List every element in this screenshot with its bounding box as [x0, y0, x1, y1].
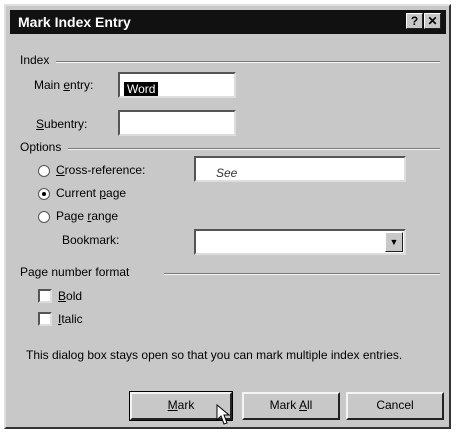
options-group-divider [68, 148, 440, 150]
bold-label[interactable]: Bold [58, 289, 82, 303]
main-entry-label: Main entry: [34, 78, 94, 92]
page-number-format-divider [164, 273, 440, 275]
italic-checkbox[interactable] [38, 312, 52, 326]
subentry-label: Subentry: [36, 117, 88, 131]
cross-reference-input[interactable]: See [194, 156, 406, 182]
page-range-radio[interactable] [38, 211, 50, 223]
cancel-button[interactable]: Cancel [346, 392, 444, 420]
bookmark-dropdown[interactable]: ▼ [194, 229, 406, 255]
cross-reference-radio[interactable] [38, 165, 50, 177]
index-group-heading: Index [20, 53, 50, 67]
cross-reference-label[interactable]: Cross-reference: [56, 163, 145, 177]
subentry-input[interactable] [118, 110, 236, 136]
radio-selected-dot [42, 192, 46, 196]
help-button[interactable]: ? [406, 13, 423, 29]
page-number-format-heading: Page number format [20, 265, 130, 279]
main-entry-value: Word [124, 82, 159, 96]
info-note: This dialog box stays open so that you c… [26, 348, 403, 362]
chevron-down-icon[interactable]: ▼ [385, 232, 403, 252]
main-entry-input[interactable]: Word [118, 72, 236, 98]
page-range-label[interactable]: Page range [56, 209, 118, 223]
index-group-divider [56, 61, 440, 63]
italic-label[interactable]: Italic [58, 312, 83, 326]
cross-reference-value: See [216, 166, 238, 180]
dialog-title: Mark Index Entry [18, 14, 131, 30]
current-page-radio[interactable] [38, 188, 50, 200]
title-bar[interactable]: Mark Index Entry ? ✕ [10, 10, 446, 34]
current-page-label[interactable]: Current page [56, 186, 126, 200]
bookmark-label: Bookmark: [62, 233, 120, 247]
mark-index-entry-dialog: Mark Index Entry ? ✕ Index Main entry: W… [4, 4, 451, 429]
mark-all-button[interactable]: Mark All [242, 392, 340, 420]
bold-checkbox[interactable] [38, 289, 52, 303]
mouse-pointer-icon [216, 404, 230, 425]
close-button[interactable]: ✕ [424, 13, 441, 29]
options-group-heading: Options [20, 140, 62, 154]
